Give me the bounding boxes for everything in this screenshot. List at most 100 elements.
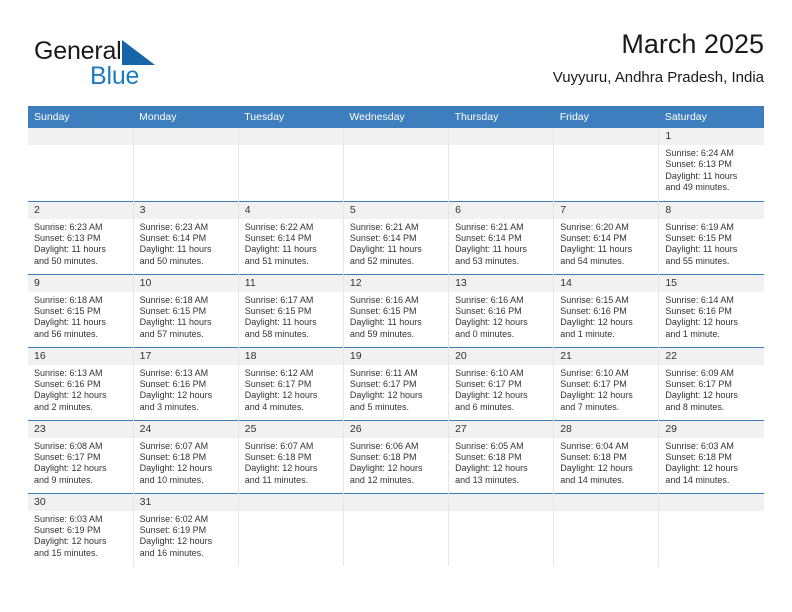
sunrise-time: Sunrise: 6:21 AM [349,221,419,232]
sunrise-time: Sunrise: 6:23 AM [34,221,103,232]
day-number: 8 [659,201,764,219]
calendar-day-cell[interactable]: 15 Sunrise: 6:14 AM Sunset: 6:16 PM Dayligh… [658,273,764,347]
calendar-day-cell[interactable]: 19 Sunrise: 6:11 AM Sunset: 6:17 PM Dayligh… [342,346,449,420]
calendar-day-cell[interactable]: 5 Sunrise: 6:21 AM Sunset: 6:14 PM Daylight… [342,200,449,274]
day-details: Sunrise: 6:05 AM Sunset: 6:18 PM Daylight:… [449,438,553,487]
day-details: Sunrise: 6:17 AM Sunset: 6:15 PM Daylight:… [239,292,343,341]
calendar-day-cell[interactable]: 17 Sunrise: 6:13 AM Sunset: 6:16 PM Dayligh… [132,346,239,420]
calendar-day-cell[interactable]: 24 Sunrise: 6:07 AM Sunset: 6:18 PM Dayligh… [132,419,239,493]
page-header: General Blue March 2025 Vuyyuru, Andhra … [28,28,764,98]
daylight-duration-line2: and 6 minutes. [455,401,515,412]
calendar-day-cell[interactable]: 2 Sunrise: 6:23 AM Sunset: 6:13 PM Daylight… [28,200,134,274]
daylight-duration-line1: Daylight: 11 hours [455,244,527,255]
calendar-day-cell[interactable]: 4 Sunrise: 6:22 AM Sunset: 6:14 PM Daylight… [237,200,344,274]
day-details: Sunrise: 6:16 AM Sunset: 6:16 PM Daylight:… [449,292,553,341]
day-number: 2 [28,201,133,219]
calendar-day-cell[interactable]: 14 Sunrise: 6:15 AM Sunset: 6:16 PM Dayligh… [553,273,659,347]
daylight-duration-line1: Daylight: 12 hours [244,463,318,474]
calendar-day-cell-empty [553,128,659,201]
sunset-time: Sunset: 6:17 PM [34,451,101,462]
day-number [554,128,659,145]
sunrise-time: Sunrise: 6:17 AM [244,294,314,305]
sunrise-time: Sunrise: 6:06 AM [349,440,419,451]
calendar-day-cell[interactable]: 10 Sunrise: 6:18 AM Sunset: 6:15 PM Dayligh… [132,273,239,347]
calendar-day-cell[interactable]: 11 Sunrise: 6:17 AM Sunset: 6:15 PM Dayligh… [237,273,344,347]
sunset-time: Sunset: 6:14 PM [455,232,522,243]
day-number [343,493,449,511]
day-number [133,128,238,145]
calendar-day-cell[interactable]: 28 Sunrise: 6:04 AM Sunset: 6:18 PM Dayligh… [553,419,659,493]
calendar-day-cell[interactable]: 7 Sunrise: 6:20 AM Sunset: 6:14 PM Daylight… [553,200,659,274]
sunrise-time: Sunrise: 6:13 AM [139,367,209,378]
day-details: Sunrise: 6:12 AM Sunset: 6:17 PM Daylight:… [239,365,343,414]
calendar-week-row: 2 Sunrise: 6:23 AM Sunset: 6:13 PM Daylight… [28,200,764,274]
day-details: Sunrise: 6:07 AM Sunset: 6:18 PM Daylight:… [239,438,343,487]
day-details: Sunrise: 6:03 AM Sunset: 6:18 PM Daylight:… [659,438,764,487]
sunset-time: Sunset: 6:15 PM [139,305,207,316]
day-details: Sunrise: 6:13 AM Sunset: 6:16 PM Daylight:… [28,365,133,414]
day-details: Sunrise: 6:18 AM Sunset: 6:15 PM Daylight:… [28,292,133,341]
day-number: 10 [133,274,238,292]
calendar-day-cell[interactable]: 31 Sunrise: 6:02 AM Sunset: 6:19 PM Dayligh… [132,492,239,566]
daylight-duration-line2: and 4 minutes. [244,401,304,412]
daylight-duration-line2: and 9 minutes. [34,474,94,485]
sunrise-time: Sunrise: 6:09 AM [665,367,734,378]
daylight-duration-line2: and 1 minute. [560,328,615,339]
calendar-day-cell[interactable]: 21 Sunrise: 6:10 AM Sunset: 6:17 PM Dayligh… [553,346,659,420]
general-blue-logo[interactable]: General Blue [34,37,214,93]
daylight-duration-line2: and 10 minutes. [139,474,204,485]
daylight-duration-line2: and 1 minute. [665,328,720,339]
calendar-day-cell[interactable]: 12 Sunrise: 6:16 AM Sunset: 6:15 PM Dayligh… [342,273,449,347]
daylight-duration-line2: and 2 minutes. [34,401,94,412]
calendar-day-cell-empty [342,128,449,201]
day-details: Sunrise: 6:10 AM Sunset: 6:17 PM Daylight:… [554,365,658,414]
day-details: Sunrise: 6:20 AM Sunset: 6:14 PM Daylight:… [554,219,658,268]
daylight-duration-line2: and 53 minutes. [455,255,520,266]
day-number: 17 [133,347,238,365]
sunset-time: Sunset: 6:18 PM [665,451,732,462]
daylight-duration-line1: Daylight: 12 hours [455,463,528,474]
logo-text-blue: Blue [90,62,140,90]
calendar-day-cell-empty [237,492,344,566]
sunrise-time: Sunrise: 6:16 AM [455,294,524,305]
calendar-day-cell[interactable]: 20 Sunrise: 6:10 AM Sunset: 6:17 PM Dayligh… [448,346,554,420]
calendar-day-cell[interactable]: 18 Sunrise: 6:12 AM Sunset: 6:17 PM Dayligh… [237,346,344,420]
calendar-day-cell[interactable]: 9 Sunrise: 6:18 AM Sunset: 6:15 PM Daylight… [28,273,134,347]
weekday-header-saturday: Saturday [658,106,764,128]
daylight-duration-line2: and 55 minutes. [665,255,730,266]
calendar-day-cell[interactable]: 3 Sunrise: 6:23 AM Sunset: 6:14 PM Daylight… [132,200,239,274]
day-number: 30 [28,493,133,511]
sunrise-time: Sunrise: 6:21 AM [455,221,524,232]
calendar-day-cell[interactable]: 26 Sunrise: 6:06 AM Sunset: 6:18 PM Dayligh… [342,419,449,493]
daylight-duration-line1: Daylight: 11 hours [665,170,738,181]
calendar-day-cell[interactable]: 13 Sunrise: 6:16 AM Sunset: 6:16 PM Dayligh… [448,273,554,347]
weekday-header-tuesday: Tuesday [238,106,344,128]
day-number [28,128,133,145]
calendar-day-cell[interactable]: 1 Sunrise: 6:24 AM Sunset: 6:13 PM Daylight… [658,128,764,201]
calendar-day-cell-empty [28,128,134,201]
sunrise-time: Sunrise: 6:20 AM [560,221,629,232]
calendar-day-cell[interactable]: 30 Sunrise: 6:03 AM Sunset: 6:19 PM Dayligh… [28,492,134,566]
sunset-time: Sunset: 6:19 PM [34,524,101,535]
daylight-duration-line2: and 49 minutes. [665,182,730,193]
day-number: 9 [28,274,133,292]
calendar-day-cell[interactable]: 16 Sunrise: 6:13 AM Sunset: 6:16 PM Dayligh… [28,346,134,420]
sunrise-time: Sunrise: 6:11 AM [349,367,418,378]
sunset-time: Sunset: 6:17 PM [349,378,417,389]
daylight-duration-line2: and 59 minutes. [349,328,414,339]
calendar-day-cell[interactable]: 6 Sunrise: 6:21 AM Sunset: 6:14 PM Daylight… [448,200,554,274]
sunrise-time: Sunrise: 6:08 AM [34,440,103,451]
calendar-day-cell[interactable]: 22 Sunrise: 6:09 AM Sunset: 6:17 PM Dayligh… [658,346,764,420]
sunset-time: Sunset: 6:18 PM [349,451,417,462]
daylight-duration-line2: and 50 minutes. [34,255,99,266]
calendar-day-cell[interactable]: 25 Sunrise: 6:07 AM Sunset: 6:18 PM Dayligh… [237,419,344,493]
calendar-day-cell[interactable]: 23 Sunrise: 6:08 AM Sunset: 6:17 PM Dayligh… [28,419,134,493]
calendar-day-cell[interactable]: 29 Sunrise: 6:03 AM Sunset: 6:18 PM Dayligh… [658,419,764,493]
sunrise-time: Sunrise: 6:03 AM [34,513,103,524]
day-number: 6 [449,201,554,219]
calendar-day-cell[interactable]: 8 Sunrise: 6:19 AM Sunset: 6:15 PM Daylight… [658,200,764,274]
calendar-day-cell[interactable]: 27 Sunrise: 6:05 AM Sunset: 6:18 PM Dayligh… [448,419,554,493]
sunset-time: Sunset: 6:17 PM [665,378,732,389]
day-number: 19 [343,347,449,365]
daylight-duration-line1: Daylight: 12 hours [34,390,107,401]
